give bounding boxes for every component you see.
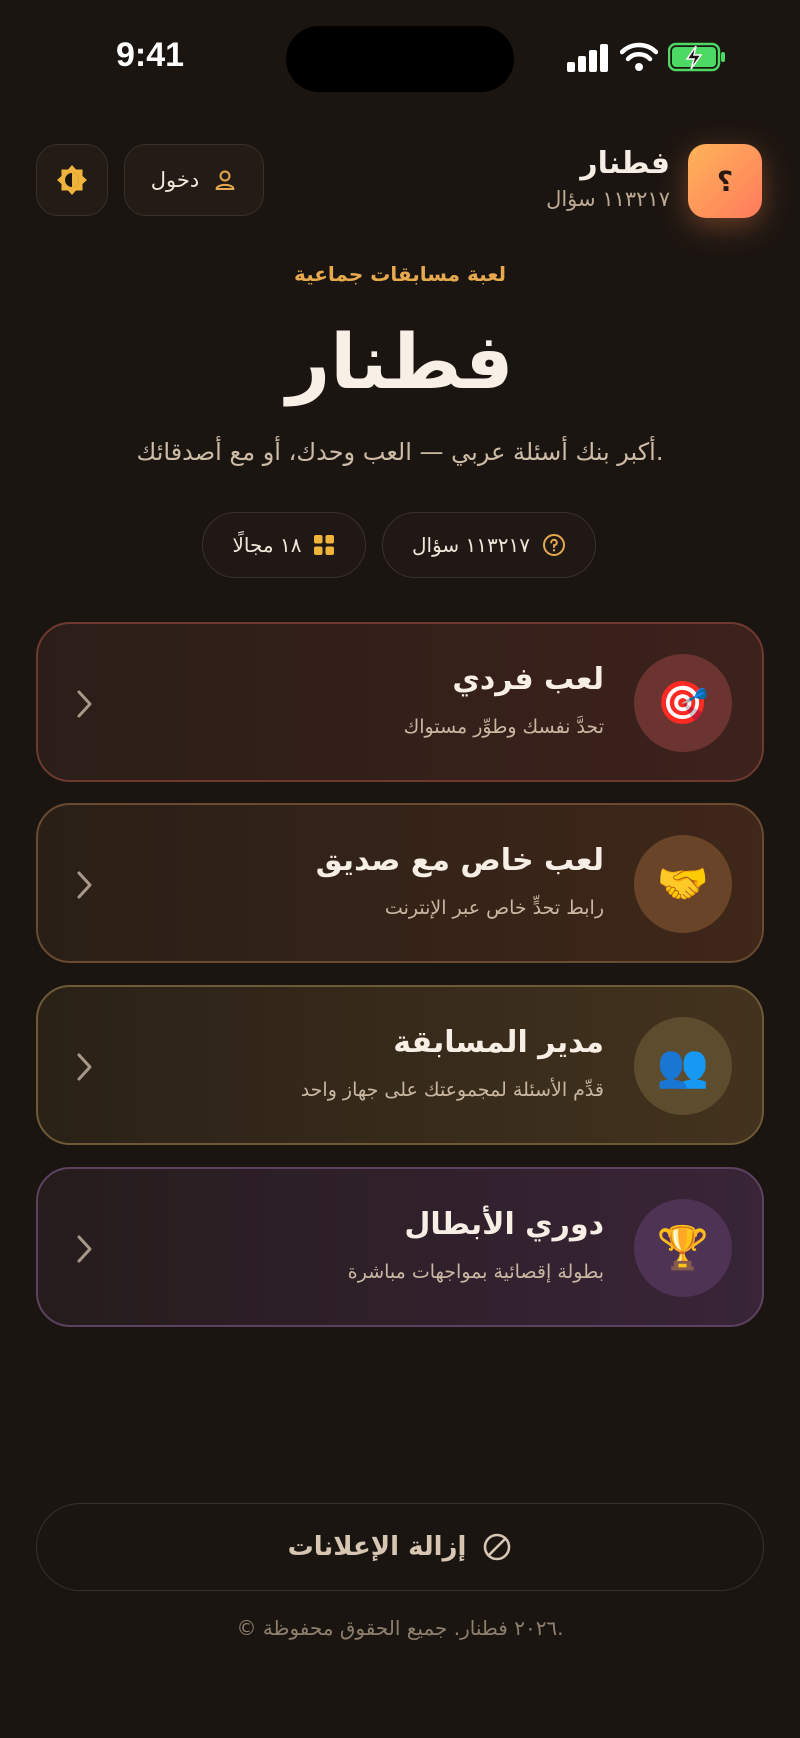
grid-icon [314,535,335,555]
fields-chip-label: ١٨ مجالًا [232,533,302,557]
hero-kicker: لعبة مسابقات جماعية [293,262,507,286]
mode-title: مدير المسابقة [393,1025,604,1060]
status-bar: 9:41 [0,0,800,120]
mode-card-solo[interactable]: 🎯 لعب فردي تحدَّ نفسك وطوِّر مستواك [36,622,764,782]
app-logo[interactable]: ؟ [688,144,762,218]
group-icon: 👥 [634,1017,732,1115]
dynamic-island [286,26,514,92]
remove-ads-button[interactable]: إزالة الإعلانات [36,1503,764,1591]
mode-card-quiz-host[interactable]: 👥 مدير المسابقة قدِّم الأسئلة لمجموعتك ع… [36,985,764,1145]
mode-title: لعب خاص مع صديق [315,843,604,878]
handshake-icon: 🤝 [634,835,732,933]
footer-copyright: © ٢٠٢٦ فطنار. جميع الحقوق محفوظة. [236,1616,564,1640]
brand-block: فطنار ١١٣٢١٧ سؤال [546,146,670,216]
user-icon [215,170,235,190]
target-icon: 🎯 [634,654,732,752]
login-button[interactable]: دخول [124,144,264,216]
mode-title: لعب فردي [452,662,604,697]
chevron-left-icon [77,690,92,718]
wifi-icon [620,42,658,71]
block-icon [484,1533,511,1561]
brand-question-count: ١١٣٢١٧ سؤال [546,187,670,211]
chevron-left-icon [77,871,92,899]
contrast-icon [57,165,87,195]
question-circle-icon [543,534,565,556]
fields-chip: ١٨ مجالًا [202,512,366,578]
brand-name: فطنار [580,146,670,181]
status-time: 9:41 [115,36,185,74]
questions-chip-label: ١١٣٢١٧ سؤال [412,533,530,557]
battery-charging-icon [668,42,725,72]
mode-title: دوري الأبطال [404,1207,604,1242]
chevron-left-icon [77,1053,92,1081]
mode-description: قدِّم الأسئلة لمجموعتك على جهاز واحد [300,1079,604,1101]
mode-card-champions-league[interactable]: 🏆 دوري الأبطال بطولة إقصائية بمواجهات مب… [36,1167,764,1327]
theme-toggle-button[interactable] [36,144,108,216]
hero-subtitle: أكبر بنك أسئلة عربي — العب وحدك، أو مع أ… [136,438,664,466]
trophy-icon: 🏆 [634,1199,732,1297]
mode-description: رابط تحدٍّ خاص عبر الإنترنت [384,897,604,919]
login-label: دخول [150,168,200,192]
remove-ads-label: إزالة الإعلانات [287,1532,467,1562]
questions-chip: ١١٣٢١٧ سؤال [382,512,596,578]
mode-description: تحدَّ نفسك وطوِّر مستواك [403,716,604,738]
chevron-left-icon [77,1235,92,1263]
mode-card-private-friend[interactable]: 🤝 لعب خاص مع صديق رابط تحدٍّ خاص عبر الإ… [36,803,764,963]
hero-title: فطنار [286,317,514,406]
logo-glyph: ؟ [716,164,734,198]
signal-icon [567,44,609,72]
mode-description: بطولة إقصائية بمواجهات مباشرة [347,1261,604,1283]
stats-chips: ١١٣٢١٧ سؤال ١٨ مجالًا [0,512,800,578]
app-header: ؟ فطنار ١١٣٢١٧ سؤال دخول [0,144,800,218]
